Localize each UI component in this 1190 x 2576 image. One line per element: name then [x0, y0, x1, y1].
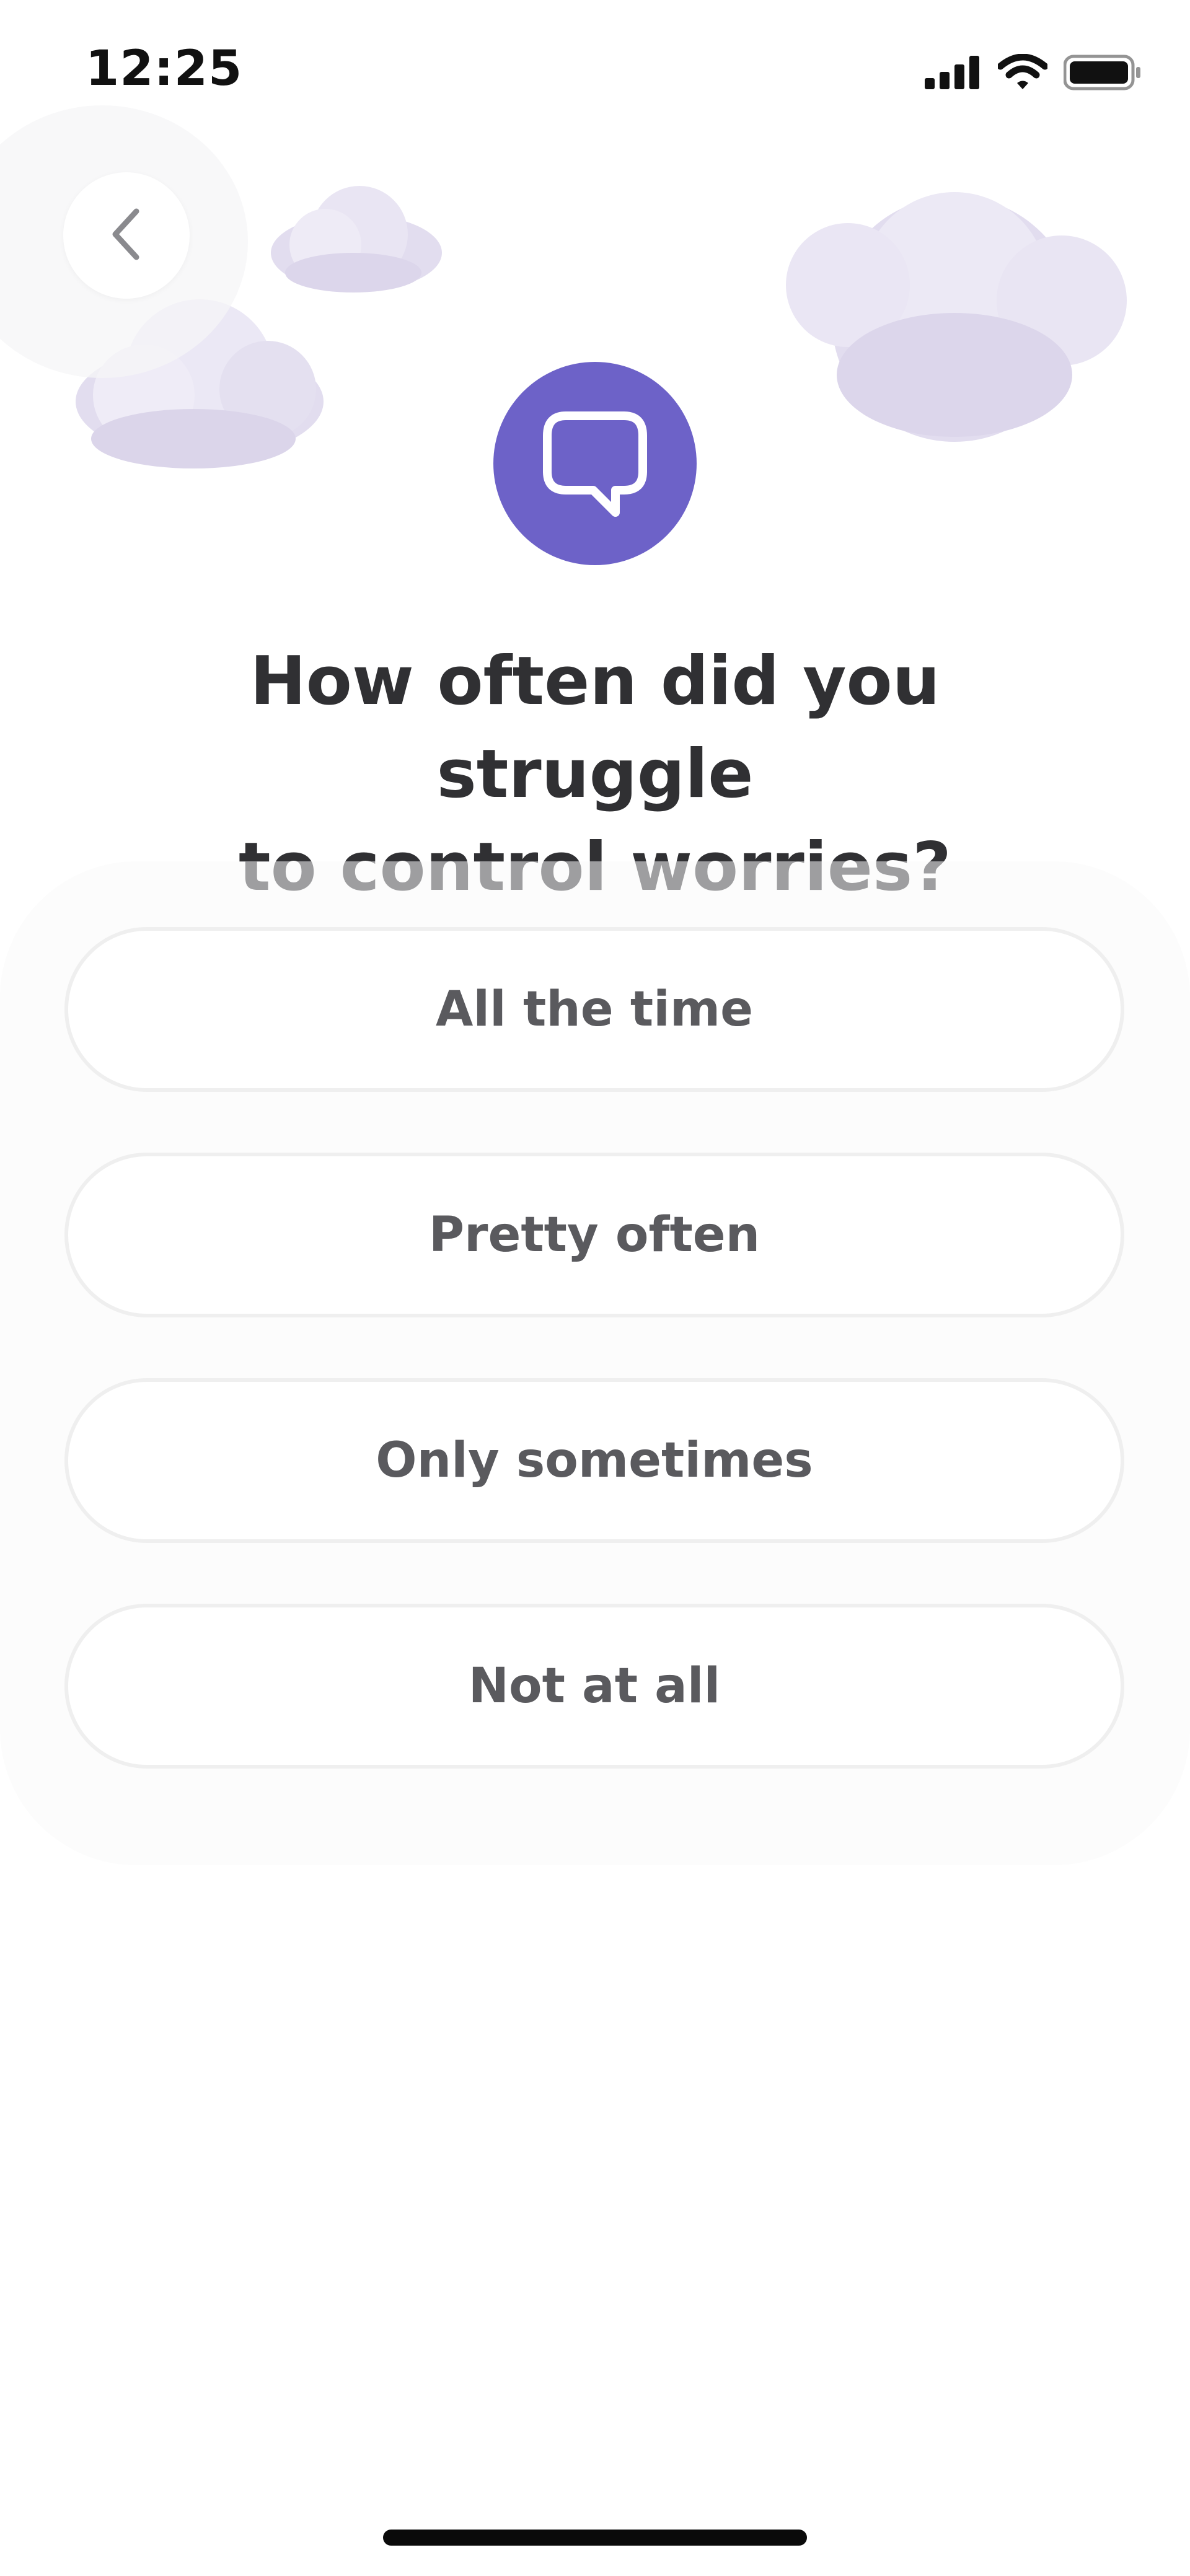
wifi-icon	[998, 54, 1047, 91]
option-not-at-all[interactable]: Not at all	[64, 1604, 1124, 1769]
signal-icon	[925, 56, 982, 89]
battery-icon	[1064, 55, 1142, 90]
status-bar: 12:25	[0, 0, 1190, 143]
question-icon-badge	[493, 362, 697, 565]
status-time: 12:25	[86, 41, 243, 97]
home-indicator[interactable]	[383, 2530, 807, 2546]
option-all-the-time[interactable]: All the time	[64, 927, 1124, 1092]
back-button[interactable]	[63, 172, 190, 299]
status-icons	[925, 52, 1142, 93]
chevron-left-icon	[108, 206, 145, 265]
question-title-line-1: How often did you struggle	[250, 643, 940, 813]
cloud-icon	[786, 192, 1127, 442]
option-label: Not at all	[468, 1658, 721, 1714]
option-label: Pretty often	[428, 1207, 760, 1263]
option-pretty-often[interactable]: Pretty often	[64, 1153, 1124, 1317]
option-label: All the time	[435, 982, 754, 1037]
option-label: Only sometimes	[376, 1433, 813, 1488]
cloud-icon	[271, 186, 442, 292]
option-only-sometimes[interactable]: Only sometimes	[64, 1378, 1124, 1543]
speech-bubble-icon	[536, 403, 654, 524]
